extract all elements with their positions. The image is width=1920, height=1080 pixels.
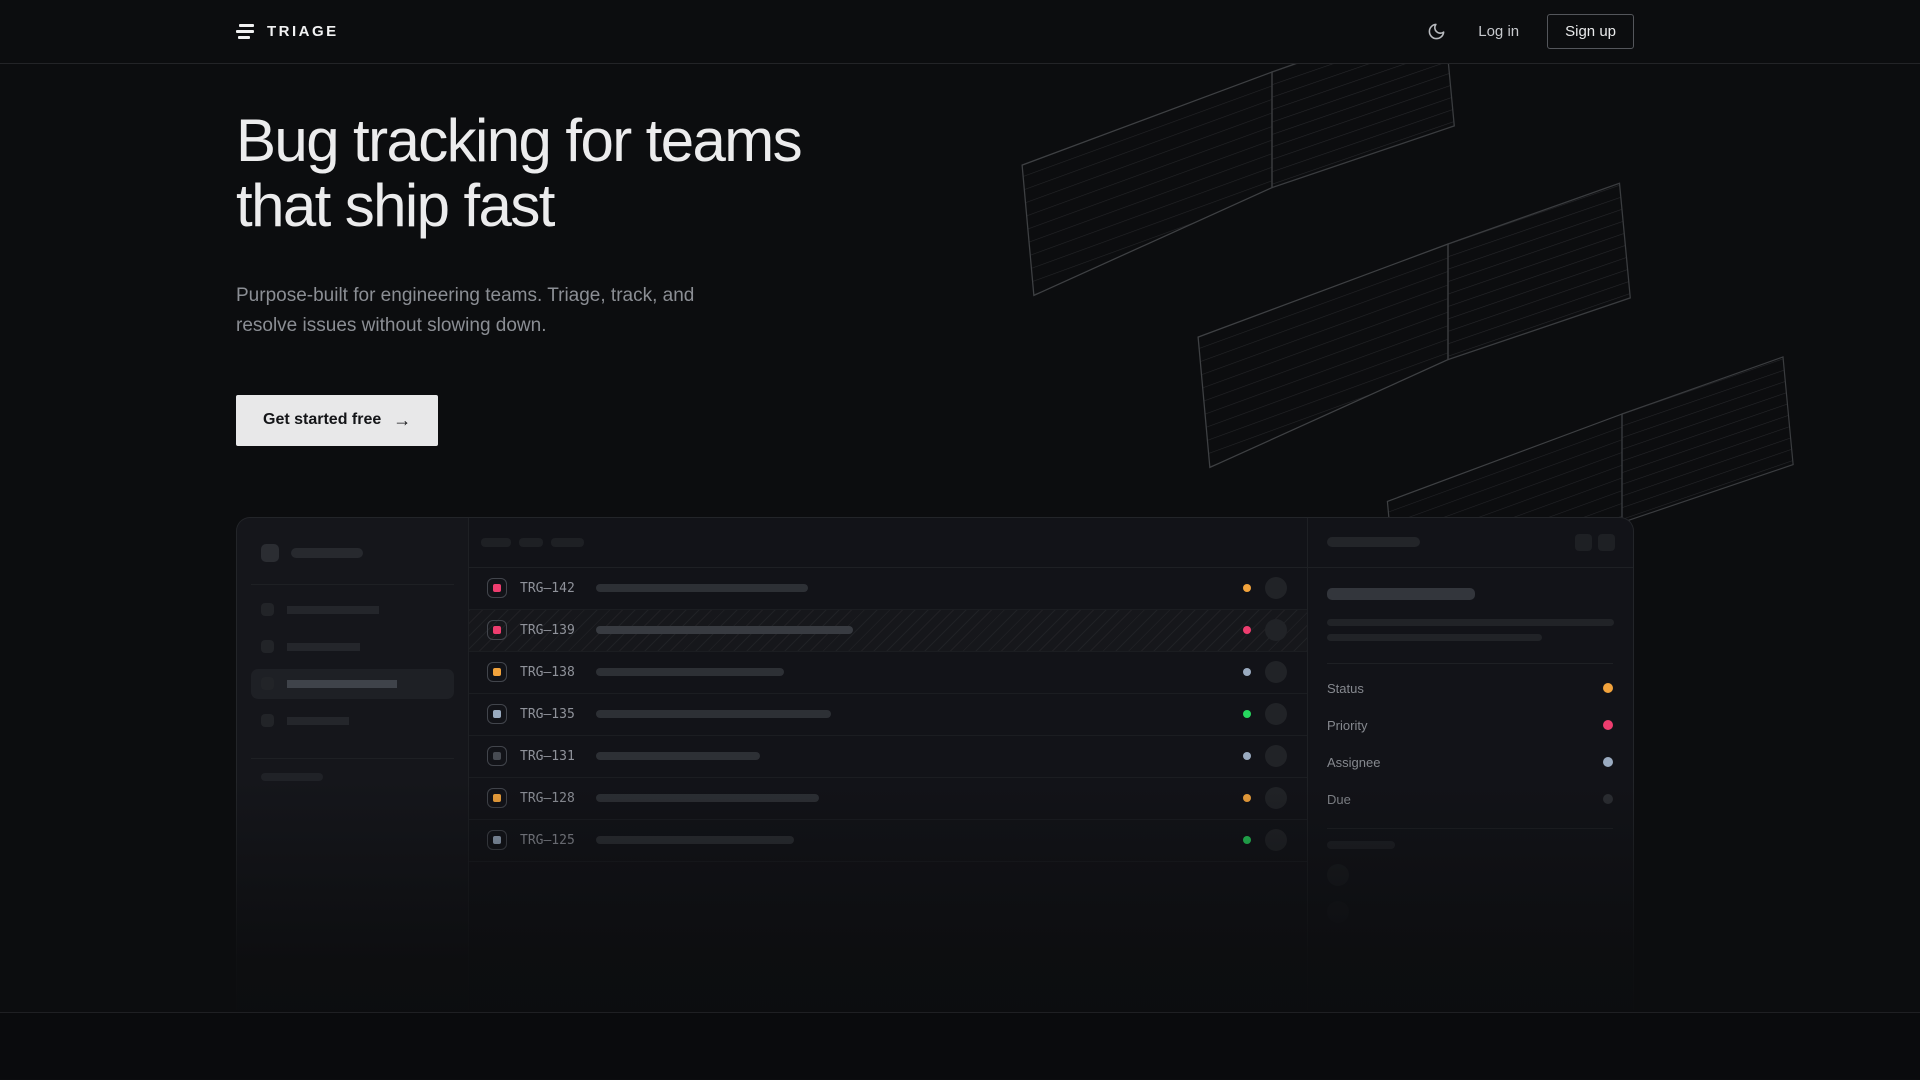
get-started-button[interactable]: Get started free → xyxy=(236,395,438,446)
detail-breadcrumb-skeleton xyxy=(1327,537,1420,547)
issue-title-skeleton xyxy=(596,836,794,844)
detail-header xyxy=(1308,518,1633,568)
issue-assignee-avatar xyxy=(1265,661,1287,683)
app-preview: TRG–142 TRG–139 TRG–138 TRG–135 TRG–131 … xyxy=(236,517,1634,1010)
issue-assignee-avatar xyxy=(1265,577,1287,599)
property-label: Due xyxy=(1327,792,1351,807)
issue-priority-dot xyxy=(1243,836,1251,844)
issue-title-skeleton xyxy=(596,626,853,634)
property-value-dot xyxy=(1603,720,1613,730)
filter-pill-skeleton[interactable] xyxy=(481,538,511,547)
property-value-dot xyxy=(1603,757,1613,767)
issue-assignee-avatar xyxy=(1265,787,1287,809)
issue-status-icon xyxy=(487,662,507,682)
sidebar-item-skeleton[interactable] xyxy=(251,595,454,625)
issue-priority-dot xyxy=(1243,626,1251,634)
sidebar-item-skeleton[interactable] xyxy=(251,706,454,736)
issue-row[interactable]: TRG–135 xyxy=(469,694,1307,736)
detail-action-buttons-skeleton xyxy=(1575,534,1615,551)
detail-property-row[interactable]: Priority xyxy=(1327,707,1613,744)
workspace-icon-skeleton xyxy=(261,544,279,562)
app-preview-mockup: TRG–142 TRG–139 TRG–138 TRG–135 TRG–131 … xyxy=(236,517,1634,1010)
sign-up-button[interactable]: Sign up xyxy=(1547,14,1634,49)
issue-priority-dot xyxy=(1243,752,1251,760)
theme-toggle-button[interactable] xyxy=(1423,18,1450,45)
hero-title: Bug tracking for teamsthat ship fast xyxy=(236,108,1634,239)
issue-status-icon xyxy=(487,620,507,640)
issue-list: TRG–142 TRG–139 TRG–138 TRG–135 TRG–131 … xyxy=(469,518,1307,1010)
issue-assignee-avatar xyxy=(1265,829,1287,851)
issue-status-icon xyxy=(487,578,507,598)
top-nav: TRIAGE Log in Sign up xyxy=(0,0,1920,64)
issue-title-skeleton xyxy=(596,584,808,592)
sidebar-item-skeleton[interactable] xyxy=(251,632,454,662)
property-value-dot xyxy=(1603,794,1613,804)
issue-title-skeleton xyxy=(596,710,831,718)
issue-status-icon xyxy=(487,788,507,808)
issue-status-icon xyxy=(487,830,507,850)
activity-avatar-skeleton xyxy=(1327,901,1349,923)
detail-text-skeleton xyxy=(1327,634,1542,641)
property-label: Assignee xyxy=(1327,755,1380,770)
issue-id: TRG–131 xyxy=(520,749,584,764)
issue-row[interactable]: TRG–128 xyxy=(469,778,1307,820)
activity-avatar-skeleton xyxy=(1327,864,1349,886)
workspace-placeholder xyxy=(251,544,454,562)
detail-property-row[interactable]: Status xyxy=(1327,670,1613,707)
property-value-dot xyxy=(1603,683,1613,693)
detail-activity-label-skeleton xyxy=(1327,841,1395,849)
sidebar-item-active-skeleton[interactable] xyxy=(251,669,454,699)
issue-priority-dot xyxy=(1243,794,1251,802)
issue-assignee-avatar xyxy=(1265,745,1287,767)
issue-row[interactable]: TRG–139 xyxy=(469,610,1307,652)
issue-priority-dot xyxy=(1243,668,1251,676)
issue-id: TRG–139 xyxy=(520,623,584,638)
issue-id: TRG–138 xyxy=(520,665,584,680)
hero-section: Bug tracking for teamsthat ship fast Pur… xyxy=(0,64,1920,1013)
detail-text-skeleton xyxy=(1327,619,1614,626)
property-label: Priority xyxy=(1327,718,1367,733)
issue-title-skeleton xyxy=(596,752,760,760)
issue-row[interactable]: TRG–131 xyxy=(469,736,1307,778)
issue-status-icon xyxy=(487,704,507,724)
issue-detail-panel: Status Priority Assignee Due xyxy=(1307,518,1633,1010)
issue-assignee-avatar xyxy=(1265,703,1287,725)
workspace-name-skeleton xyxy=(291,548,363,558)
filter-pill-skeleton[interactable] xyxy=(519,538,543,547)
issue-id: TRG–142 xyxy=(520,581,584,596)
footer xyxy=(0,1013,1920,1079)
hero-subtitle: Purpose-built for engineering teams. Tri… xyxy=(236,281,716,341)
detail-property-row[interactable]: Assignee xyxy=(1327,744,1613,781)
triage-logo-icon xyxy=(236,24,256,39)
issue-id: TRG–125 xyxy=(520,833,584,848)
mockup-sidebar xyxy=(237,518,469,1010)
property-label: Status xyxy=(1327,681,1364,696)
detail-property-row[interactable]: Due xyxy=(1327,781,1613,818)
moon-icon xyxy=(1427,22,1446,41)
brand-logo[interactable]: TRIAGE xyxy=(236,23,339,40)
log-in-link[interactable]: Log in xyxy=(1478,23,1519,40)
issue-assignee-avatar xyxy=(1265,619,1287,641)
issue-row[interactable]: TRG–142 xyxy=(469,568,1307,610)
filter-pill-skeleton[interactable] xyxy=(551,538,584,547)
issue-title-skeleton xyxy=(596,794,819,802)
issue-row[interactable]: TRG–138 xyxy=(469,652,1307,694)
arrow-right-icon: → xyxy=(393,410,411,431)
list-toolbar xyxy=(469,518,1307,568)
issue-id: TRG–128 xyxy=(520,791,584,806)
detail-title-skeleton xyxy=(1327,588,1475,600)
issue-priority-dot xyxy=(1243,710,1251,718)
issue-id: TRG–135 xyxy=(520,707,584,722)
issue-title-skeleton xyxy=(596,668,784,676)
issue-status-icon xyxy=(487,746,507,766)
sidebar-section-label-skeleton xyxy=(261,773,323,781)
brand-name: TRIAGE xyxy=(267,23,339,40)
issue-row[interactable]: TRG–125 xyxy=(469,820,1307,862)
issue-priority-dot xyxy=(1243,584,1251,592)
